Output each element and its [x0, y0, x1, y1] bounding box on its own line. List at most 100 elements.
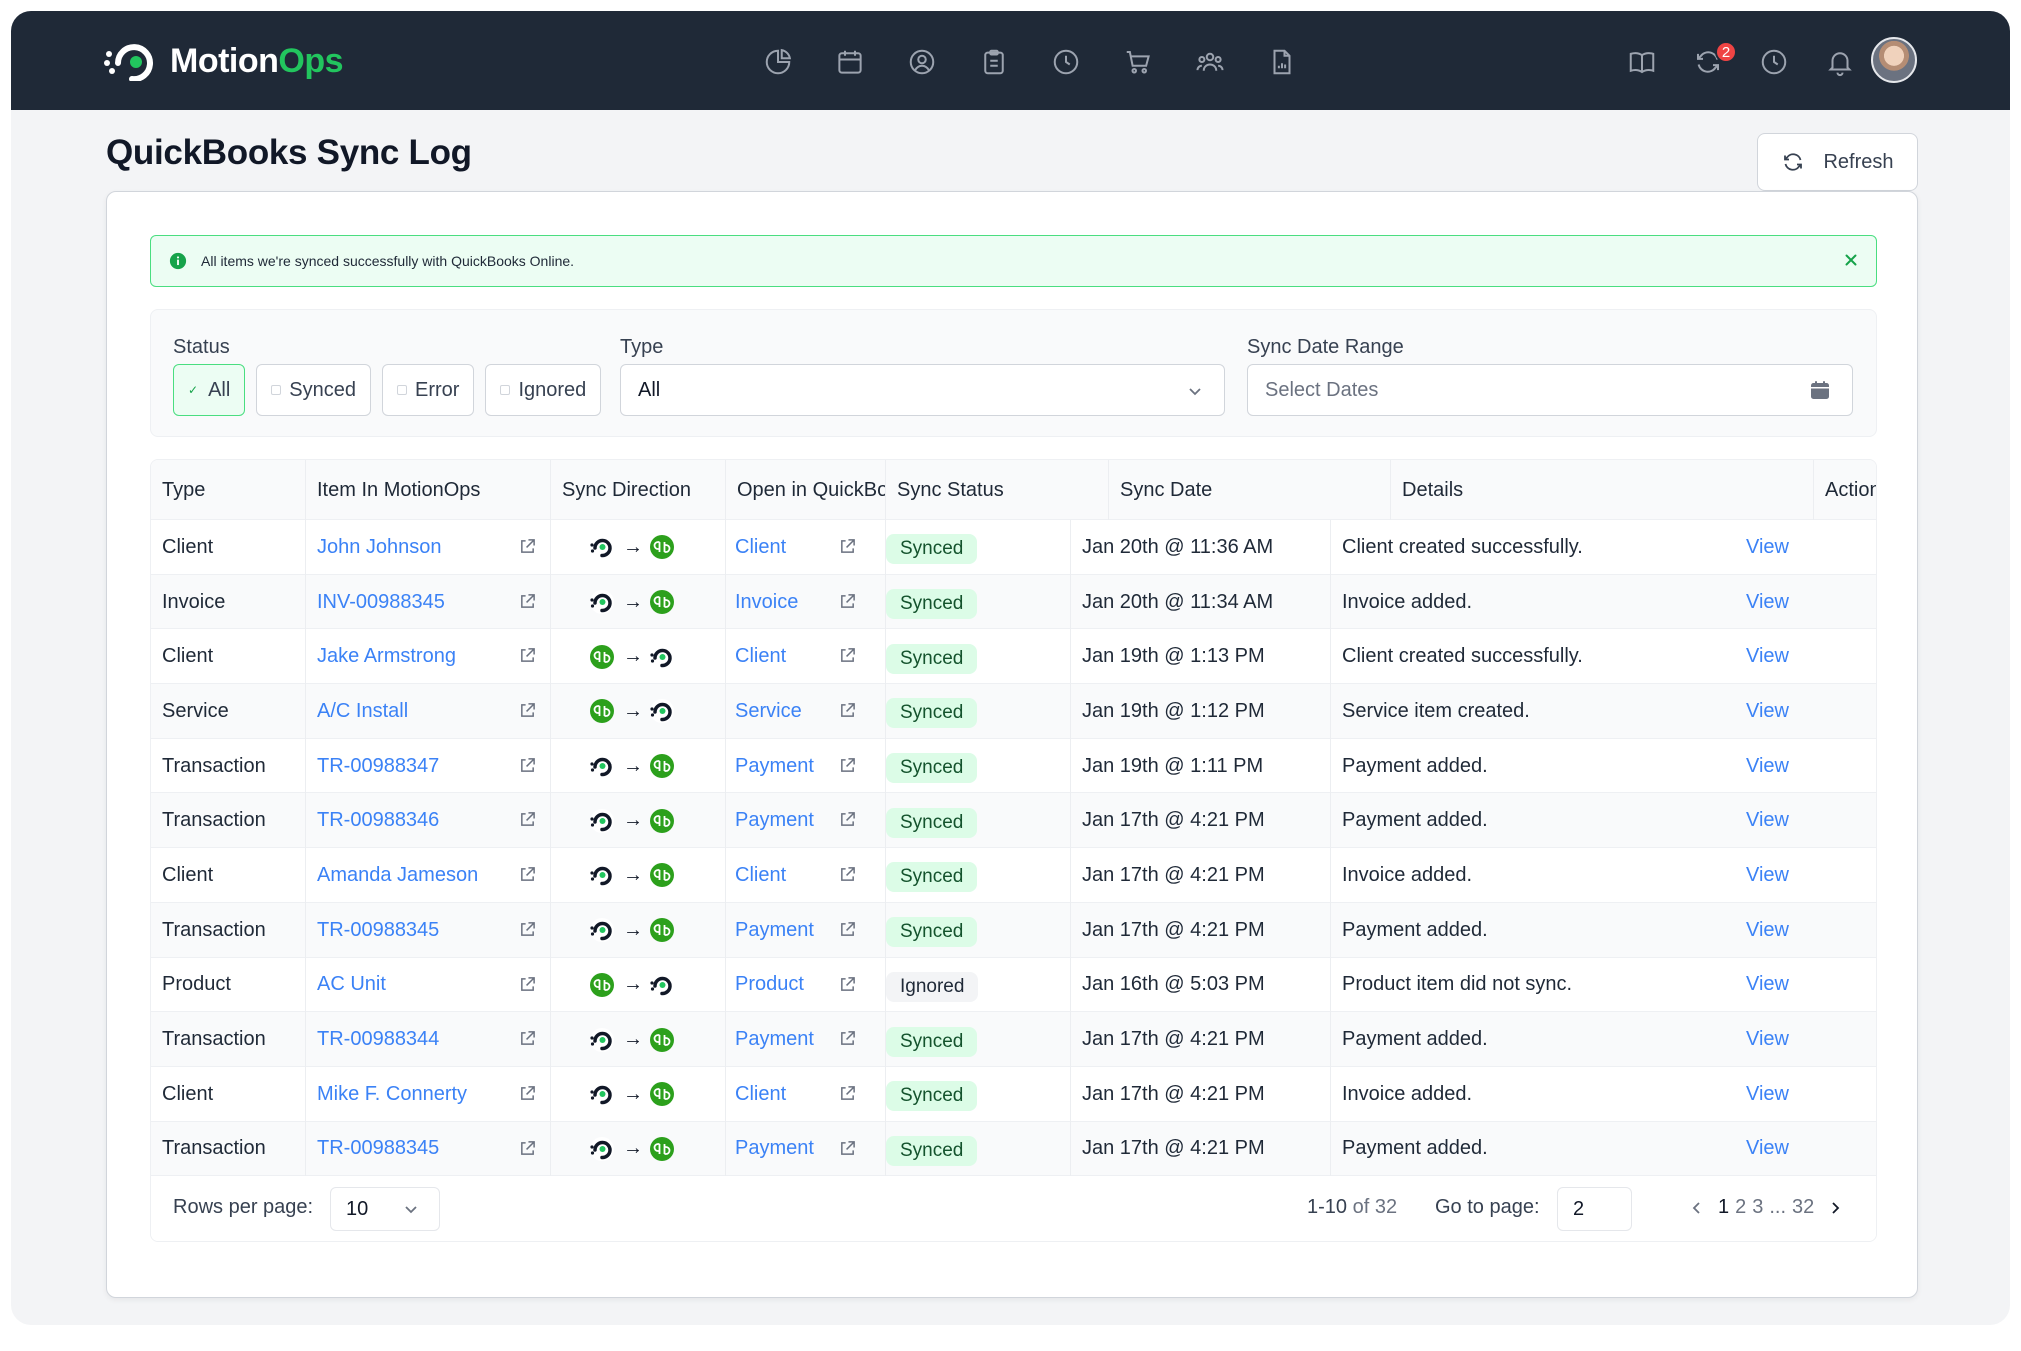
quickbooks-link[interactable]: Product	[735, 973, 804, 996]
external-link-icon[interactable]	[839, 866, 856, 883]
cell-type: Client	[151, 1066, 306, 1122]
quickbooks-link[interactable]: Payment	[735, 809, 814, 832]
quickbooks-link[interactable]: Invoice	[735, 591, 798, 614]
nav-jobs[interactable]	[958, 47, 1030, 97]
nav-timesheets[interactable]	[1030, 47, 1102, 97]
view-link[interactable]: View	[1746, 591, 1789, 614]
nav-reports[interactable]	[1246, 47, 1318, 97]
go-to-page-input[interactable]: 2	[1557, 1187, 1632, 1231]
external-link-icon[interactable]	[519, 1140, 536, 1157]
column-header-status[interactable]: Sync Status	[886, 460, 1109, 520]
nav-dashboard[interactable]	[742, 47, 814, 97]
quickbooks-link[interactable]: Service	[735, 700, 802, 723]
external-link-icon[interactable]	[519, 538, 536, 555]
view-link[interactable]: View	[1746, 536, 1789, 559]
quickbooks-link[interactable]: Client	[735, 645, 786, 668]
quickbooks-link[interactable]: Payment	[735, 1137, 814, 1160]
item-link[interactable]: TR-00988346	[317, 809, 439, 832]
item-link[interactable]: Amanda Jameson	[317, 864, 478, 887]
quickbooks-link[interactable]: Client	[735, 864, 786, 887]
view-link[interactable]: View	[1746, 809, 1789, 832]
column-header-item[interactable]: Item In MotionOps	[306, 460, 551, 520]
page-number[interactable]: 2	[1735, 1196, 1746, 1218]
view-link[interactable]: View	[1746, 1028, 1789, 1051]
quickbooks-link[interactable]: Client	[735, 536, 786, 559]
external-link-icon[interactable]	[519, 757, 536, 774]
nav-calendar[interactable]	[814, 47, 886, 97]
rows-per-page-select[interactable]: 10	[330, 1187, 440, 1231]
external-link-icon[interactable]	[839, 647, 856, 664]
external-link-icon[interactable]	[839, 811, 856, 828]
column-header-direction[interactable]: Sync Direction	[551, 460, 726, 520]
view-link[interactable]: View	[1746, 1137, 1789, 1160]
view-link[interactable]: View	[1746, 1083, 1789, 1106]
external-link-icon[interactable]	[519, 811, 536, 828]
sync-button[interactable]: 2	[1675, 41, 1741, 87]
external-link-icon[interactable]	[519, 647, 536, 664]
quickbooks-link[interactable]: Payment	[735, 919, 814, 942]
motionops-logo[interactable]: MotionOps	[104, 41, 344, 81]
external-link-icon[interactable]	[839, 921, 856, 938]
quickbooks-link[interactable]: Client	[735, 1083, 786, 1106]
status-chip-ignored[interactable]: Ignored	[485, 364, 602, 416]
quickbooks-link[interactable]: Payment	[735, 1028, 814, 1051]
view-link[interactable]: View	[1746, 919, 1789, 942]
external-link-icon[interactable]	[839, 1085, 856, 1102]
chevron-right-icon[interactable]	[1827, 1200, 1843, 1216]
column-header-details[interactable]: Details	[1391, 460, 1814, 520]
item-link[interactable]: TR-00988344	[317, 1028, 439, 1051]
item-link[interactable]: AC Unit	[317, 973, 386, 996]
external-link-icon[interactable]	[839, 976, 856, 993]
external-link-icon[interactable]	[839, 757, 856, 774]
view-link[interactable]: View	[1746, 755, 1789, 778]
column-header-quickbooks[interactable]: Open in QuickBooks	[726, 460, 886, 520]
type-select[interactable]: All	[620, 364, 1225, 416]
external-link-icon[interactable]	[839, 1030, 856, 1047]
external-link-icon[interactable]	[519, 1030, 536, 1047]
external-link-icon[interactable]	[519, 866, 536, 883]
column-header-actions[interactable]: Actions	[1814, 460, 1876, 520]
refresh-button[interactable]: Refresh	[1757, 133, 1918, 191]
date-range-input[interactable]: Select Dates	[1247, 364, 1853, 416]
notifications-button[interactable]	[1807, 47, 1873, 87]
item-link[interactable]: Mike F. Connerty	[317, 1083, 467, 1106]
status-chip-error[interactable]: Error	[382, 364, 475, 416]
status-chip-synced[interactable]: Synced	[256, 364, 372, 416]
close-icon[interactable]	[1840, 249, 1862, 271]
nav-clients[interactable]	[886, 47, 958, 97]
external-link-icon[interactable]	[839, 702, 856, 719]
item-link[interactable]: John Johnson	[317, 536, 442, 559]
user-avatar[interactable]	[1871, 37, 1917, 83]
nav-team[interactable]	[1174, 47, 1246, 97]
item-link[interactable]: TR-00988345	[317, 1137, 439, 1160]
page-number[interactable]: 1	[1718, 1196, 1729, 1218]
quickbooks-link[interactable]: Payment	[735, 755, 814, 778]
view-link[interactable]: View	[1746, 700, 1789, 723]
nav-store[interactable]	[1102, 47, 1174, 97]
external-link-icon[interactable]	[519, 976, 536, 993]
external-link-icon[interactable]	[519, 1085, 536, 1102]
external-link-icon[interactable]	[519, 702, 536, 719]
item-link[interactable]: TR-00988347	[317, 755, 439, 778]
chevron-left-icon[interactable]	[1689, 1200, 1705, 1216]
item-link[interactable]: TR-00988345	[317, 919, 439, 942]
view-link[interactable]: View	[1746, 973, 1789, 996]
page-number[interactable]: 32	[1792, 1196, 1814, 1218]
status-chip-all[interactable]: ✓ All	[173, 364, 246, 416]
external-link-icon[interactable]	[839, 1140, 856, 1157]
history-button[interactable]	[1741, 47, 1807, 87]
calendar-icon[interactable]	[1808, 378, 1832, 402]
external-link-icon[interactable]	[519, 593, 536, 610]
item-link[interactable]: Jake Armstrong	[317, 645, 456, 668]
column-header-date[interactable]: Sync Date	[1109, 460, 1391, 520]
item-link[interactable]: A/C Install	[317, 700, 408, 723]
external-link-icon[interactable]	[839, 593, 856, 610]
page-number[interactable]: 3	[1752, 1196, 1763, 1218]
column-header-type[interactable]: Type	[151, 460, 306, 520]
external-link-icon[interactable]	[839, 538, 856, 555]
item-link[interactable]: INV-00988345	[317, 591, 445, 614]
view-link[interactable]: View	[1746, 645, 1789, 668]
view-link[interactable]: View	[1746, 864, 1789, 887]
external-link-icon[interactable]	[519, 921, 536, 938]
help-docs-button[interactable]	[1609, 47, 1675, 87]
